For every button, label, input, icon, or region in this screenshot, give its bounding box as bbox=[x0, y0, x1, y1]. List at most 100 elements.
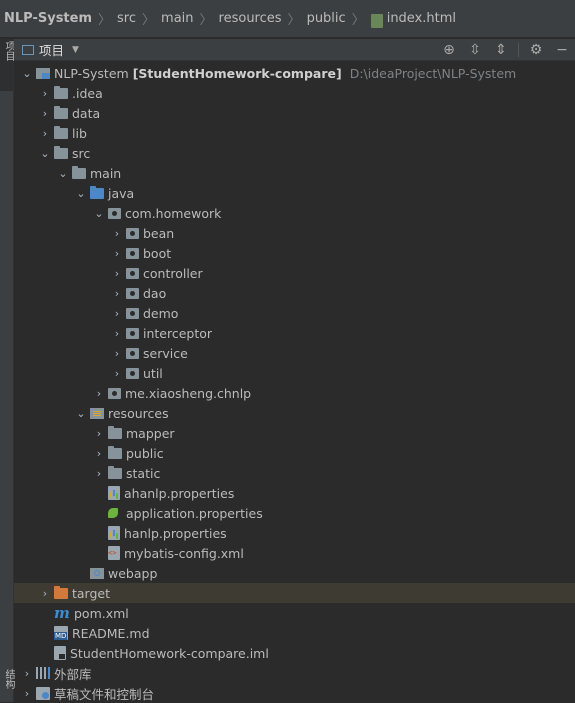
tree-node-demo[interactable]: › demo bbox=[14, 303, 575, 323]
chevron-right-icon[interactable]: › bbox=[108, 327, 126, 340]
tree-node-bean[interactable]: › bean bbox=[14, 223, 575, 243]
chevron-right-icon[interactable]: › bbox=[90, 447, 108, 460]
hide-icon[interactable]: − bbox=[549, 42, 575, 58]
web-folder-icon bbox=[90, 567, 104, 579]
chevron-right-icon[interactable]: › bbox=[108, 307, 126, 320]
chevron-right-icon[interactable]: › bbox=[90, 427, 108, 440]
module-file-icon bbox=[54, 646, 66, 660]
chevron-right-icon[interactable]: › bbox=[36, 127, 54, 140]
tree-node-java[interactable]: ⌄ java bbox=[14, 183, 575, 203]
tree-node-pom[interactable]: m pom.xml bbox=[14, 603, 575, 623]
tree-node-me-xiaosheng[interactable]: › me.xiaosheng.chnlp bbox=[14, 383, 575, 403]
chevron-right-icon[interactable]: › bbox=[108, 287, 126, 300]
package-icon bbox=[126, 367, 139, 379]
tree-node-label: lib bbox=[72, 125, 87, 141]
tree-node-hanlp[interactable]: hanlp.properties bbox=[14, 523, 575, 543]
tree-node-src[interactable]: ⌄ src bbox=[14, 143, 575, 163]
tree-node-idea[interactable]: › .idea bbox=[14, 83, 575, 103]
chevron-right-icon[interactable]: › bbox=[108, 247, 126, 260]
chevron-right-icon[interactable]: › bbox=[36, 107, 54, 120]
tree-node-mapper[interactable]: › mapper bbox=[14, 423, 575, 443]
tree-node-label: ahanlp.properties bbox=[124, 485, 235, 501]
tree-node-application[interactable]: application.properties bbox=[14, 503, 575, 523]
tree-node-static[interactable]: › static bbox=[14, 463, 575, 483]
package-icon bbox=[126, 267, 139, 279]
breadcrumb-separator: 〉 bbox=[287, 13, 301, 28]
html-file-icon bbox=[370, 13, 383, 28]
breadcrumb-separator: 〉 bbox=[142, 13, 156, 28]
chevron-right-icon[interactable]: › bbox=[90, 387, 108, 400]
breadcrumb-separator: 〉 bbox=[98, 13, 112, 28]
tree-node-label: pom.xml bbox=[74, 605, 129, 621]
collapse-all-icon[interactable]: ⇕ bbox=[488, 42, 514, 58]
tree-node-webapp[interactable]: webapp bbox=[14, 563, 575, 583]
breadcrumb-src[interactable]: src bbox=[117, 11, 136, 26]
tree-node-boot[interactable]: › boot bbox=[14, 243, 575, 263]
chevron-right-icon[interactable]: › bbox=[18, 687, 36, 700]
tree-node-label: 草稿文件和控制台 bbox=[54, 686, 155, 702]
properties-file-icon bbox=[108, 486, 120, 500]
breadcrumb-main[interactable]: main bbox=[161, 11, 193, 26]
breadcrumb-index-html[interactable]: index.html bbox=[387, 11, 456, 26]
breadcrumb-resources[interactable]: resources bbox=[219, 11, 282, 26]
folder-icon bbox=[54, 105, 68, 119]
package-icon bbox=[126, 247, 139, 259]
chevron-right-icon[interactable]: › bbox=[36, 87, 54, 100]
expand-all-icon[interactable]: ⇳ bbox=[462, 42, 488, 58]
package-icon bbox=[126, 287, 139, 299]
tree-node-label: me.xiaosheng.chnlp bbox=[125, 385, 252, 401]
package-icon bbox=[126, 227, 139, 239]
tree-node-label: hanlp.properties bbox=[124, 525, 227, 541]
chevron-down-icon[interactable]: ⌄ bbox=[54, 167, 72, 180]
chevron-down-icon[interactable]: ▼ bbox=[72, 45, 79, 55]
tree-node-iml[interactable]: StudentHomework-compare.iml bbox=[14, 643, 575, 663]
project-panel-header: 项目 ▼ ⊕ ⇳ ⇕ ⚙ − bbox=[14, 39, 575, 61]
tree-node-target[interactable]: › target bbox=[14, 583, 575, 603]
chevron-down-icon[interactable]: ⌄ bbox=[36, 147, 54, 160]
chevron-right-icon[interactable]: › bbox=[108, 267, 126, 280]
chevron-right-icon[interactable]: › bbox=[108, 227, 126, 240]
tree-node-ahanlp[interactable]: ahanlp.properties bbox=[14, 483, 575, 503]
library-icon bbox=[36, 667, 50, 679]
chevron-right-icon[interactable]: › bbox=[108, 367, 126, 380]
locate-icon[interactable]: ⊕ bbox=[436, 42, 462, 58]
chevron-down-icon[interactable]: ⌄ bbox=[18, 67, 36, 80]
breadcrumb-separator: 〉 bbox=[351, 13, 365, 28]
project-view-icon bbox=[22, 44, 34, 55]
project-view-title[interactable]: 项目 bbox=[39, 40, 64, 59]
chevron-down-icon[interactable]: ⌄ bbox=[72, 407, 90, 420]
tree-node-main[interactable]: ⌄ main bbox=[14, 163, 575, 183]
tree-node-controller[interactable]: › controller bbox=[14, 263, 575, 283]
tree-node-util[interactable]: › util bbox=[14, 363, 575, 383]
tree-node-mybatis[interactable]: mybatis-config.xml bbox=[14, 543, 575, 563]
folder-icon bbox=[108, 465, 122, 479]
tree-node-lib[interactable]: › lib bbox=[14, 123, 575, 143]
tree-node-external-libraries[interactable]: › 外部库 bbox=[14, 663, 575, 683]
tree-node-root[interactable]: ⌄ NLP-System [StudentHomework-compare] D… bbox=[14, 63, 575, 83]
project-tool-tab[interactable]: 项目 bbox=[0, 39, 14, 91]
excluded-folder-icon bbox=[54, 585, 68, 599]
folder-icon bbox=[72, 165, 86, 179]
breadcrumb-project[interactable]: NLP-System bbox=[4, 11, 92, 26]
tree-node-service[interactable]: › service bbox=[14, 343, 575, 363]
chevron-down-icon[interactable]: ⌄ bbox=[72, 187, 90, 200]
chevron-right-icon[interactable]: › bbox=[108, 347, 126, 360]
tree-node-public[interactable]: › public bbox=[14, 443, 575, 463]
tree-node-readme[interactable]: README.md bbox=[14, 623, 575, 643]
tree-node-data[interactable]: › data bbox=[14, 103, 575, 123]
breadcrumb-public[interactable]: public bbox=[307, 11, 346, 26]
xml-file-icon bbox=[108, 546, 120, 560]
tree-node-com-homework[interactable]: ⌄ com.homework bbox=[14, 203, 575, 223]
gear-icon[interactable]: ⚙ bbox=[523, 42, 549, 58]
chevron-right-icon[interactable]: › bbox=[18, 667, 36, 680]
tree-node-dao[interactable]: › dao bbox=[14, 283, 575, 303]
tree-node-label: 外部库 bbox=[54, 666, 92, 682]
chevron-down-icon[interactable]: ⌄ bbox=[90, 207, 108, 220]
tree-node-scratches[interactable]: › 草稿文件和控制台 bbox=[14, 683, 575, 703]
tree-node-resources[interactable]: ⌄ resources bbox=[14, 403, 575, 423]
tree-node-interceptor[interactable]: › interceptor bbox=[14, 323, 575, 343]
tree-node-label: demo bbox=[143, 305, 179, 321]
chevron-right-icon[interactable]: › bbox=[90, 467, 108, 480]
chevron-right-icon[interactable]: › bbox=[36, 587, 54, 600]
package-icon bbox=[126, 307, 139, 319]
